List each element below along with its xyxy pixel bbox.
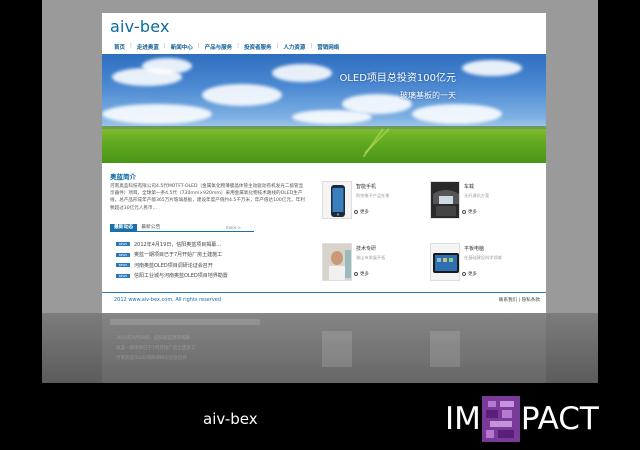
more-label: 更多 bbox=[468, 210, 477, 215]
reflection-thumb bbox=[430, 331, 460, 367]
product-card-car[interactable]: 车载 光纤通讯方案 更多 bbox=[430, 181, 530, 221]
copyright-text: 2012 www.aiv-bex.com, All rights reserve… bbox=[114, 297, 222, 303]
reflection-thumb bbox=[322, 331, 352, 367]
circle-bullet-icon bbox=[462, 272, 466, 276]
product-desc: 防突电子产品在册 bbox=[356, 193, 390, 198]
product-name: 平板电脑 bbox=[464, 246, 485, 252]
nav-item-investors[interactable]: 投资者服务 bbox=[240, 43, 276, 53]
news-title[interactable]: 信阳工业城与河南奥蓝OLED项目地界勘置 bbox=[134, 272, 228, 279]
news-title[interactable]: 2012年4月19日，信阳奥蓝项目揭幕... bbox=[134, 241, 221, 248]
reflection-news-line: 河南奥蓝OLED项目调研论证会召开 bbox=[116, 356, 187, 361]
nav-item-news[interactable]: 新闻中心 bbox=[167, 43, 197, 53]
tablet-icon bbox=[431, 244, 459, 280]
product-more-button[interactable]: 更多 bbox=[354, 209, 369, 215]
product-more-button[interactable]: 更多 bbox=[462, 209, 477, 215]
product-name: 技术专研 bbox=[356, 246, 377, 252]
reflection-page: 2012年4月19日，信阳奥蓝项目揭幕... 奥蓝一期项目已于7月开始厂房土建施… bbox=[102, 313, 546, 383]
reflection-news-line: 2012年4月19日，信阳奥蓝项目揭幕... bbox=[116, 336, 195, 341]
nav-item-sales[interactable]: 营销网络 bbox=[313, 43, 343, 53]
smartphone-image bbox=[322, 181, 352, 219]
product-name: 智能手机 bbox=[356, 184, 377, 190]
banner-headline: OLED项目总投资100亿元 bbox=[339, 73, 456, 84]
brand-logo: IM PACT bbox=[445, 396, 599, 442]
green-field bbox=[102, 128, 546, 163]
cloud bbox=[412, 104, 502, 124]
field-track bbox=[364, 128, 390, 154]
slide-caption: aiv-bex bbox=[203, 410, 258, 428]
smartphone-icon bbox=[331, 185, 345, 217]
circle-bullet-icon bbox=[462, 210, 466, 214]
reflection-news-bar bbox=[110, 319, 260, 325]
tab-announcements[interactable]: 最新公告 bbox=[137, 224, 164, 231]
website-page: aiv-bex 首页 | 走进奥蓝 | 新闻中心 | 产品与服务 | 投资者服务 | 人力… bbox=[102, 13, 546, 313]
page-reflection: 2012年4月19日，信阳奥蓝项目揭幕... 奥蓝一期项目已于7月开始厂房土建施… bbox=[42, 313, 598, 383]
product-more-button[interactable]: 更多 bbox=[462, 271, 477, 277]
intro-title: 奥蓝简介 bbox=[110, 173, 136, 181]
cloud bbox=[102, 104, 212, 124]
more-label: 更多 bbox=[360, 272, 369, 277]
news-list: NEWS 2012年4月19日，信阳奥蓝项目揭幕... NEWS 奥蓝一期项目已于7… bbox=[116, 239, 266, 281]
reflection-news-line: 奥蓝一期项目已于7月开始厂房土建施工 bbox=[116, 346, 196, 351]
footer-links[interactable]: 联系我们 | 隐私条款 bbox=[499, 297, 540, 303]
site-logo[interactable]: aiv-bex bbox=[110, 17, 170, 36]
presentation-slide: 2012年4月19日，信阳奥蓝项目揭幕... 奥蓝一期项目已于7月开始厂房土建施… bbox=[0, 0, 640, 450]
nav-item-about[interactable]: 走进奥蓝 bbox=[133, 43, 163, 53]
hero-banner[interactable]: OLED项目总投资100亿元 玻璃基板的一天 bbox=[102, 54, 546, 163]
main-nav: 首页 | 走进奥蓝 | 新闻中心 | 产品与服务 | 投资者服务 | 人力资源 | 营销网络 bbox=[110, 43, 343, 53]
product-desc: 湖山市发展开拓 bbox=[356, 255, 386, 260]
circle-bullet-icon bbox=[354, 210, 358, 214]
list-item[interactable]: NEWS 河南奥蓝OLED项目调研论证会召开 bbox=[116, 260, 266, 271]
cloud bbox=[142, 58, 192, 74]
news-title[interactable]: 河南奥蓝OLED项目调研论证会召开 bbox=[134, 262, 213, 269]
banner-subline: 玻璃基板的一天 bbox=[400, 91, 456, 100]
product-card-tablet[interactable]: 平板电脑 在基础建设科学领域 更多 bbox=[430, 243, 530, 283]
brand-text-left: IM bbox=[445, 401, 481, 437]
product-desc: 在基础建设科学领域 bbox=[464, 255, 502, 260]
list-item[interactable]: NEWS 信阳工业城与河南奥蓝OLED项目地界勘置 bbox=[116, 271, 266, 282]
tab-latest-news[interactable]: 最新动态 bbox=[110, 224, 138, 231]
list-item[interactable]: NEWS 2012年4月19日，信阳奥蓝项目揭幕... bbox=[116, 239, 266, 250]
car-dashboard-icon bbox=[431, 182, 459, 218]
research-image bbox=[322, 243, 352, 281]
cloud bbox=[292, 110, 372, 124]
news-badge: NEWS bbox=[116, 273, 130, 278]
product-more-button[interactable]: 更多 bbox=[354, 271, 369, 277]
news-badge: NEWS bbox=[116, 242, 130, 247]
tablet-image bbox=[430, 243, 460, 281]
news-more-link[interactable]: more > bbox=[226, 225, 241, 230]
circle-bullet-icon bbox=[354, 272, 358, 276]
product-name: 车载 bbox=[464, 184, 475, 190]
cloud bbox=[202, 84, 282, 106]
product-card-smartphone[interactable]: 智能手机 防突电子产品在册 更多 bbox=[322, 181, 422, 221]
news-title[interactable]: 奥蓝一期项目已于7月开始厂房土建施工 bbox=[134, 251, 222, 258]
cloud bbox=[272, 64, 332, 82]
nav-item-home[interactable]: 首页 bbox=[110, 43, 129, 53]
research-icon bbox=[323, 244, 351, 280]
news-badge: NEWS bbox=[116, 252, 130, 257]
brand-mark-icon bbox=[481, 396, 520, 442]
more-label: 更多 bbox=[468, 272, 477, 277]
list-item[interactable]: NEWS 奥蓝一期项目已于7月开始厂房土建施工 bbox=[116, 250, 266, 261]
news-badge: NEWS bbox=[116, 263, 130, 268]
cloud bbox=[462, 60, 522, 76]
brand-text-right: PACT bbox=[520, 401, 599, 437]
product-card-research[interactable]: 技术专研 湖山市发展开拓 更多 bbox=[322, 243, 422, 283]
nav-item-hr[interactable]: 人力资源 bbox=[279, 43, 309, 53]
product-desc: 光纤通讯方案 bbox=[464, 193, 490, 198]
more-label: 更多 bbox=[360, 210, 369, 215]
intro-text: 河南奥蓝科技有限公司4.5代MOTFT-OLED（金属氧化物薄膜晶体管主动驱动有… bbox=[110, 184, 305, 211]
footer-divider bbox=[102, 292, 546, 293]
nav-item-products[interactable]: 产品与服务 bbox=[201, 43, 237, 53]
car-dashboard-image bbox=[430, 181, 460, 219]
